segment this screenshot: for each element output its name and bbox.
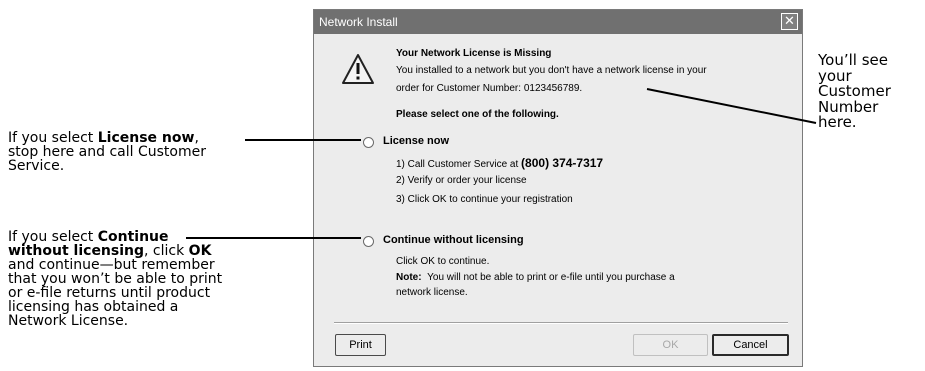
license-now-label[interactable]: License now — [383, 135, 449, 147]
license-now-radio[interactable] — [363, 137, 374, 148]
dialog-prompt: Please select one of the following. — [396, 109, 559, 120]
license-step-2: 2) Verify or order your license — [396, 175, 527, 186]
customer-service-phone: (800) 374-7317 — [521, 156, 604, 170]
warning-icon — [342, 54, 374, 84]
ok-button[interactable]: OK — [633, 334, 708, 356]
page: If you select License now, stop here and… — [0, 0, 925, 371]
dialog-titlebar: Network Install ✕ — [314, 10, 802, 34]
continue-without-licensing-label[interactable]: Continue without licensing — [383, 234, 524, 246]
license-step-1: 1) Call Customer Service at (800) 374-73… — [396, 156, 604, 170]
close-icon: ✕ — [784, 13, 795, 28]
close-button[interactable]: ✕ — [781, 13, 798, 30]
continue-callout: If you select Continue without licensing… — [8, 229, 223, 329]
license-step-3: 3) Click OK to continue your registratio… — [396, 194, 573, 205]
print-button[interactable]: Print — [335, 334, 386, 356]
customer-number-callout: You’ll see your Customer Number here. — [818, 51, 891, 131]
dialog-title: Network Install — [319, 15, 398, 29]
button-separator — [334, 322, 788, 324]
cancel-button[interactable]: Cancel — [712, 334, 789, 356]
continue-detail: Click OK to continue. — [396, 256, 490, 267]
continue-note: Note: You will not be able to print or e… — [396, 272, 675, 283]
dialog-message-line2: order for Customer Number: 0123456789. — [396, 83, 583, 94]
network-install-dialog: Network Install ✕ Your Network License i… — [313, 9, 803, 367]
continue-note-line2: network license. — [396, 287, 468, 298]
dialog-message-line1: You installed to a network but you don't… — [396, 65, 707, 76]
license-now-callout: If you select License now, stop here and… — [8, 130, 206, 174]
continue-without-licensing-radio[interactable] — [363, 236, 374, 247]
dialog-heading: Your Network License is Missing — [396, 48, 552, 59]
